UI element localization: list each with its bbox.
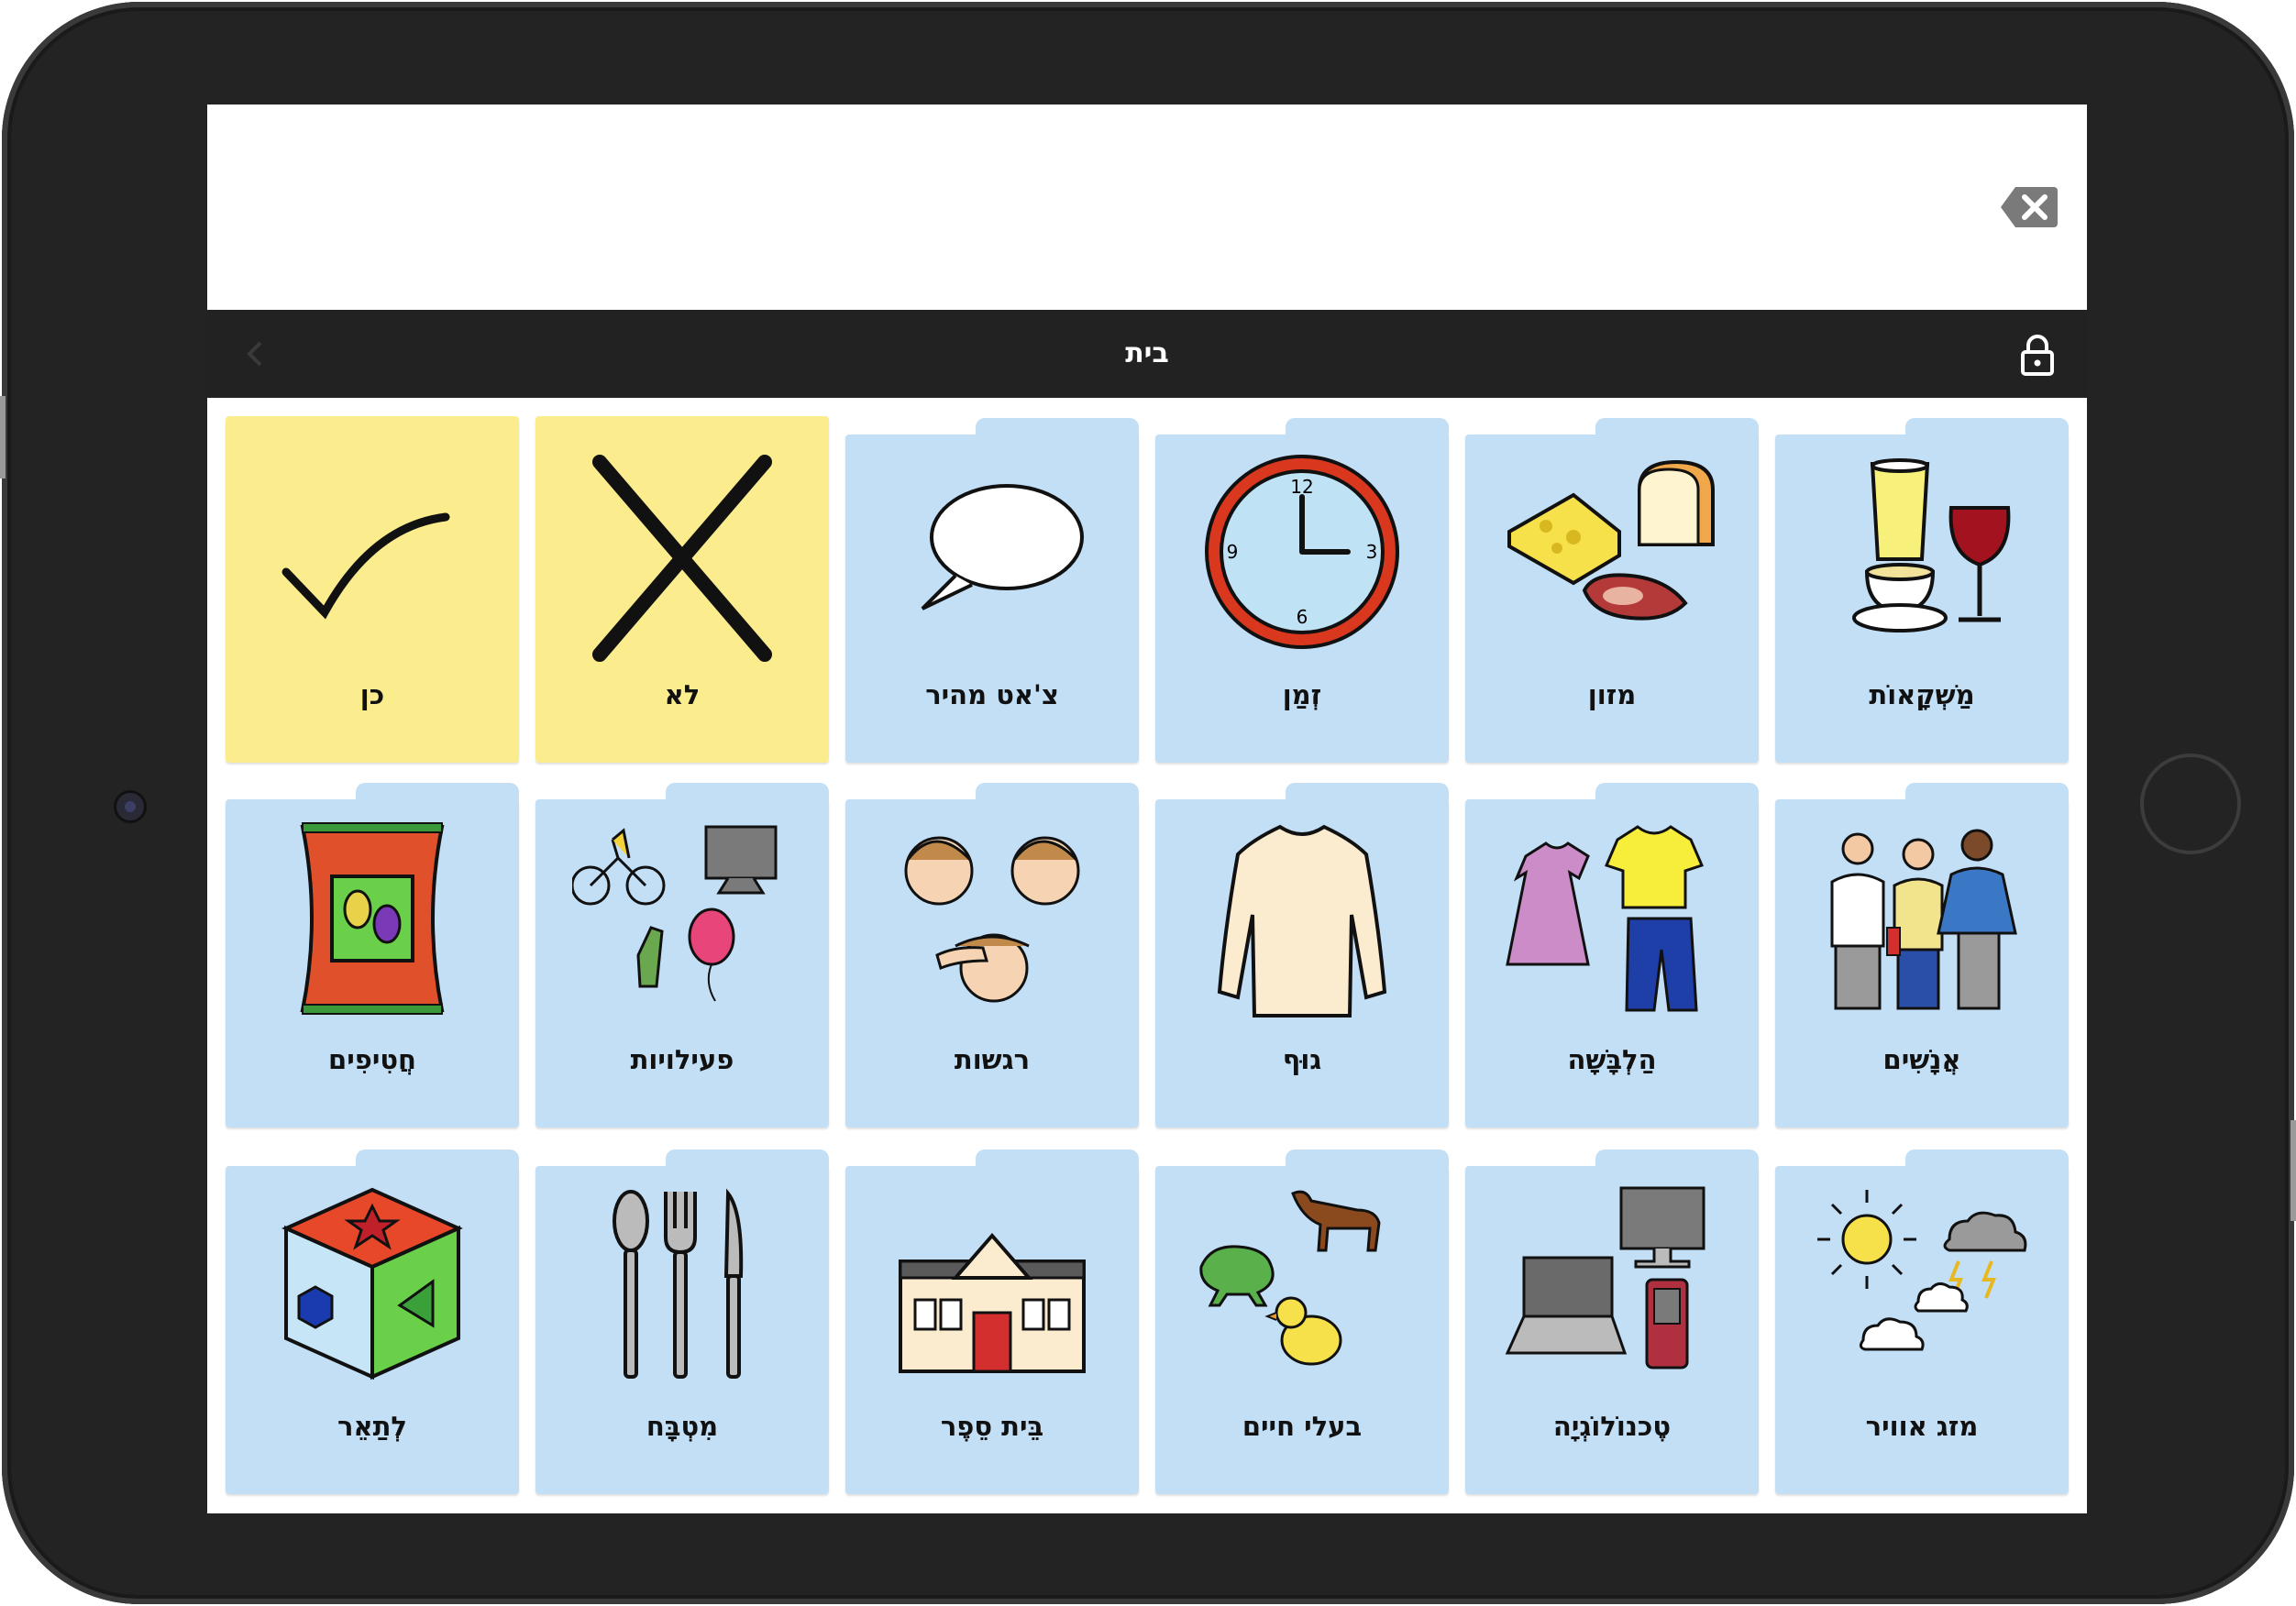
tile-kitchen[interactable]: מִטְבָּח [535,1148,829,1496]
tile-weather[interactable]: מזג אוויר [1775,1148,2069,1496]
food-icon [1507,459,1715,621]
svg-text:6: 6 [1297,606,1308,628]
app-screen: בית מַשְׁקָאוֹת מזון 12 3 6 9 זְמַן צ'אט… [207,104,2087,1513]
tile-yes[interactable]: כן [226,416,519,764]
tile-animals[interactable]: בעלי חיים [1155,1148,1449,1496]
message-bar[interactable] [207,104,2087,310]
describe-icon [281,1187,463,1380]
svg-text:3: 3 [1366,541,1378,563]
kitchen-icon [613,1188,744,1379]
weather-icon [1817,1190,2027,1351]
tile-technology[interactable]: טֶכנוֹלוֹגְיָה [1465,1148,1759,1496]
tile-feelings[interactable]: רגשות [845,781,1139,1129]
activities-icon [572,825,778,1002]
tile-label: מזון [1587,679,1637,710]
tile-label: טֶכנוֹלוֹגְיָה [1552,1411,1672,1442]
backspace-icon[interactable] [1999,185,2059,229]
animals-icon [1199,1190,1381,1366]
tile-time[interactable]: 12 3 6 9 זְמַן [1155,416,1449,764]
clothes-icon [1506,825,1705,1012]
side-button [2290,1120,2296,1221]
cross-icon [592,455,772,662]
tablet-frame: בית מַשְׁקָאוֹת מזון 12 3 6 9 זְמַן צ'אט… [0,2,2296,1604]
power-button [0,396,6,478]
front-camera [114,790,147,823]
tile-no[interactable]: לא [535,416,829,764]
tile-snacks[interactable]: חֲטִיפִים [226,781,519,1129]
speech-bubble-icon [921,484,1084,610]
body-icon [1217,824,1387,1018]
drinks-icon [1852,458,2011,632]
tile-label: מִטְבָּח [646,1411,719,1442]
tile-label: גוּף [1282,1044,1322,1075]
tile-quick-chat[interactable]: צ'אט מהיר [845,416,1139,764]
tile-label: פעילויות [630,1044,734,1075]
tile-label: לא [664,679,701,710]
people-icon [1830,829,2017,1010]
clock-icon: 12 3 6 9 [1205,455,1399,649]
tile-school[interactable]: בֵּית סֵפֶר [845,1148,1139,1496]
tile-label: רגשות [954,1044,1031,1075]
tile-label: כן [359,679,385,710]
tile-label: זְמַן [1282,679,1322,710]
tile-describe[interactable]: לְתַאֵר [226,1148,519,1496]
tile-label: חֲטִיפִים [328,1044,416,1075]
tile-drinks[interactable]: מַשְׁקָאוֹת [1775,416,2069,764]
tile-activities[interactable]: פעילויות [535,781,829,1129]
title-bar: בית [207,310,2087,398]
tile-label: בעלי חיים [1242,1411,1363,1442]
tile-clothing[interactable]: הַלְבָּשָׁה [1465,781,1759,1129]
tile-label: צ'אט מהיר [925,679,1059,710]
tile-label: לְתַאֵר [337,1411,407,1442]
home-button[interactable] [2140,754,2241,854]
tile-people[interactable]: אֲנָשִׁים [1775,781,2069,1129]
technology-icon [1505,1186,1705,1370]
symbol-grid: מַשְׁקָאוֹת מזון 12 3 6 9 זְמַן צ'אט מהי… [207,398,2087,1513]
tile-food[interactable]: מזון [1465,416,1759,764]
lock-icon[interactable] [2019,334,2056,376]
checkmark-icon [281,512,450,620]
tile-label: אֲנָשִׁים [1882,1044,1961,1075]
tile-label: מַשְׁקָאוֹת [1869,679,1975,710]
snacks-icon [300,822,445,1015]
tile-label: בֵּית סֵפֶר [940,1411,1044,1442]
tile-label: הַלְבָּשָׁה [1567,1044,1657,1075]
tile-body[interactable]: גוּף [1155,781,1449,1129]
feelings-icon [904,836,1080,1003]
tile-label: מזג אוויר [1865,1411,1979,1442]
school-icon [899,1232,1086,1373]
page-title: בית [1125,337,1169,369]
svg-text:9: 9 [1227,541,1239,563]
